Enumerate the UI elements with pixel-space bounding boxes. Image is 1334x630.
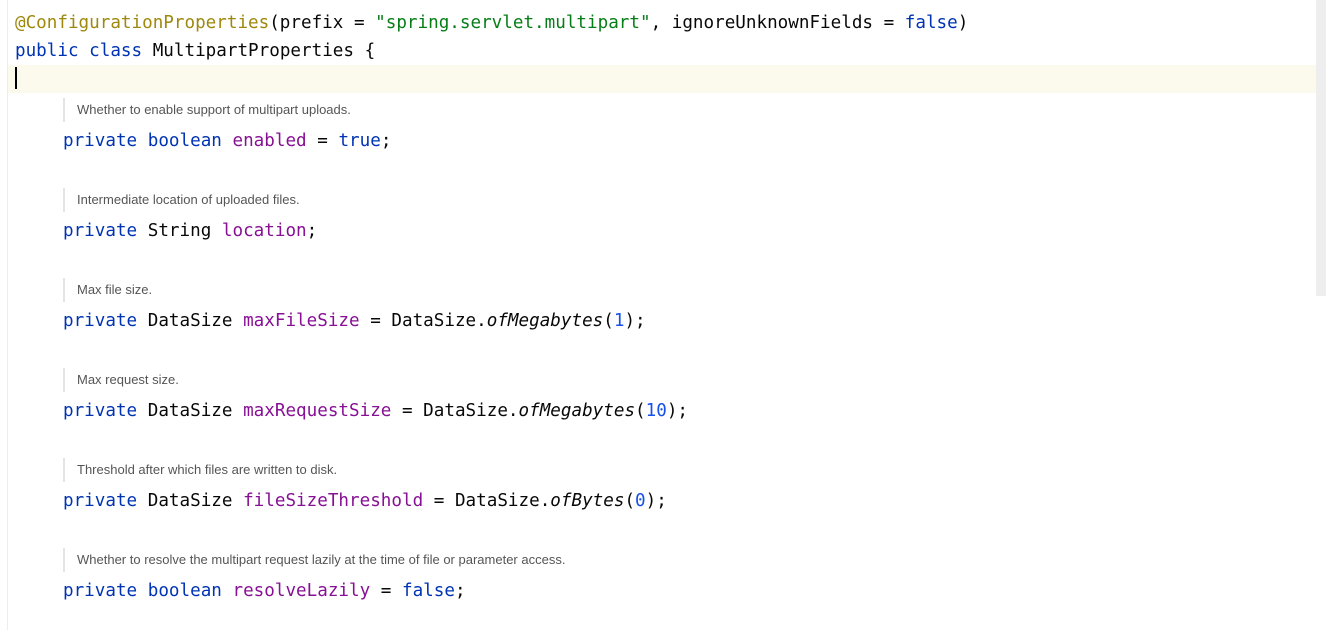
doc-comment-max-file-size: Max file size. bbox=[63, 278, 152, 302]
assign-operator: = bbox=[423, 491, 455, 511]
field-type: DataSize bbox=[147, 311, 233, 331]
open-brace: { bbox=[364, 41, 376, 61]
method-name: ofBytes bbox=[550, 491, 625, 511]
assign-operator: = bbox=[391, 401, 424, 421]
field-value: true bbox=[338, 131, 381, 151]
class-ref: DataSize. bbox=[423, 401, 519, 421]
assign-operator: = bbox=[306, 131, 339, 151]
code-line-field-enabled[interactable]: private boolean enabled = true; bbox=[63, 130, 391, 152]
doc-comment-location: Intermediate location of uploaded files. bbox=[63, 188, 300, 212]
modifier: private bbox=[63, 131, 138, 151]
field-name: maxFileSize bbox=[243, 311, 360, 331]
class-ref: DataSize. bbox=[454, 491, 551, 511]
text-caret bbox=[15, 67, 17, 89]
modifier: private bbox=[63, 491, 138, 511]
assign-operator: = bbox=[359, 311, 392, 331]
annotation-name: @ConfigurationProperties bbox=[15, 13, 270, 33]
statement-end: ; bbox=[454, 581, 466, 601]
code-line-field-location[interactable]: private String location; bbox=[63, 220, 317, 242]
field-name: resolveLazily bbox=[232, 581, 371, 601]
current-line-highlight bbox=[8, 65, 1326, 93]
statement-end: ); bbox=[645, 491, 667, 511]
field-name: fileSizeThreshold bbox=[243, 491, 424, 511]
class-ref: DataSize. bbox=[391, 311, 487, 331]
statement-end: ); bbox=[666, 401, 689, 421]
editor-gutter-divider bbox=[7, 0, 8, 630]
field-type: boolean bbox=[147, 581, 222, 601]
code-line-field-max-file-size[interactable]: private DataSize maxFileSize = DataSize.… bbox=[63, 310, 646, 332]
method-arg: 1 bbox=[613, 311, 625, 331]
code-line-field-max-request-size[interactable]: private DataSize maxRequestSize = DataSi… bbox=[63, 400, 688, 422]
method-arg: 0 bbox=[635, 491, 646, 511]
class-name: MultipartProperties bbox=[152, 41, 354, 61]
prefix-string: "spring.servlet.multipart" bbox=[375, 13, 651, 33]
field-type: DataSize bbox=[147, 491, 233, 511]
annotation-open: (prefix = bbox=[269, 13, 376, 33]
modifier: private bbox=[63, 401, 138, 421]
field-name: enabled bbox=[232, 131, 307, 151]
ignore-unknown-value: false bbox=[904, 13, 958, 33]
field-type: String bbox=[147, 221, 212, 241]
keyword-class: class bbox=[89, 41, 143, 61]
annotation-close: ) bbox=[957, 13, 969, 33]
method-name: ofMegabytes bbox=[486, 311, 604, 331]
modifier: private bbox=[63, 221, 138, 241]
statement-end: ; bbox=[380, 131, 392, 151]
statement-end: ); bbox=[624, 311, 646, 331]
annotation-mid: , ignoreUnknownFields = bbox=[650, 13, 905, 33]
field-name: location bbox=[221, 221, 307, 241]
field-type: boolean bbox=[147, 131, 222, 151]
doc-comment-file-size-threshold: Threshold after which files are written … bbox=[63, 458, 337, 482]
code-line-annotation[interactable]: @ConfigurationProperties(prefix = "sprin… bbox=[15, 12, 968, 34]
method-arg: 10 bbox=[645, 401, 667, 421]
vertical-scrollbar[interactable] bbox=[1316, 0, 1326, 296]
doc-comment-max-request-size: Max request size. bbox=[63, 368, 179, 392]
assign-operator: = bbox=[370, 581, 402, 601]
modifier: private bbox=[63, 311, 138, 331]
doc-comment-enabled: Whether to enable support of multipart u… bbox=[63, 98, 351, 122]
doc-comment-resolve-lazily: Whether to resolve the multipart request… bbox=[63, 548, 565, 572]
field-name: maxRequestSize bbox=[243, 401, 392, 421]
modifier: private bbox=[63, 581, 138, 601]
statement-end: ; bbox=[306, 221, 318, 241]
keyword-public: public bbox=[15, 41, 79, 61]
code-line-class-declaration[interactable]: public class MultipartProperties { bbox=[15, 40, 375, 62]
field-value: false bbox=[401, 581, 455, 601]
code-line-field-resolve-lazily[interactable]: private boolean resolveLazily = false; bbox=[63, 580, 466, 602]
method-name: ofMegabytes bbox=[518, 401, 636, 421]
code-line-field-file-size-threshold[interactable]: private DataSize fileSizeThreshold = Dat… bbox=[63, 490, 667, 512]
field-type: DataSize bbox=[147, 401, 233, 421]
